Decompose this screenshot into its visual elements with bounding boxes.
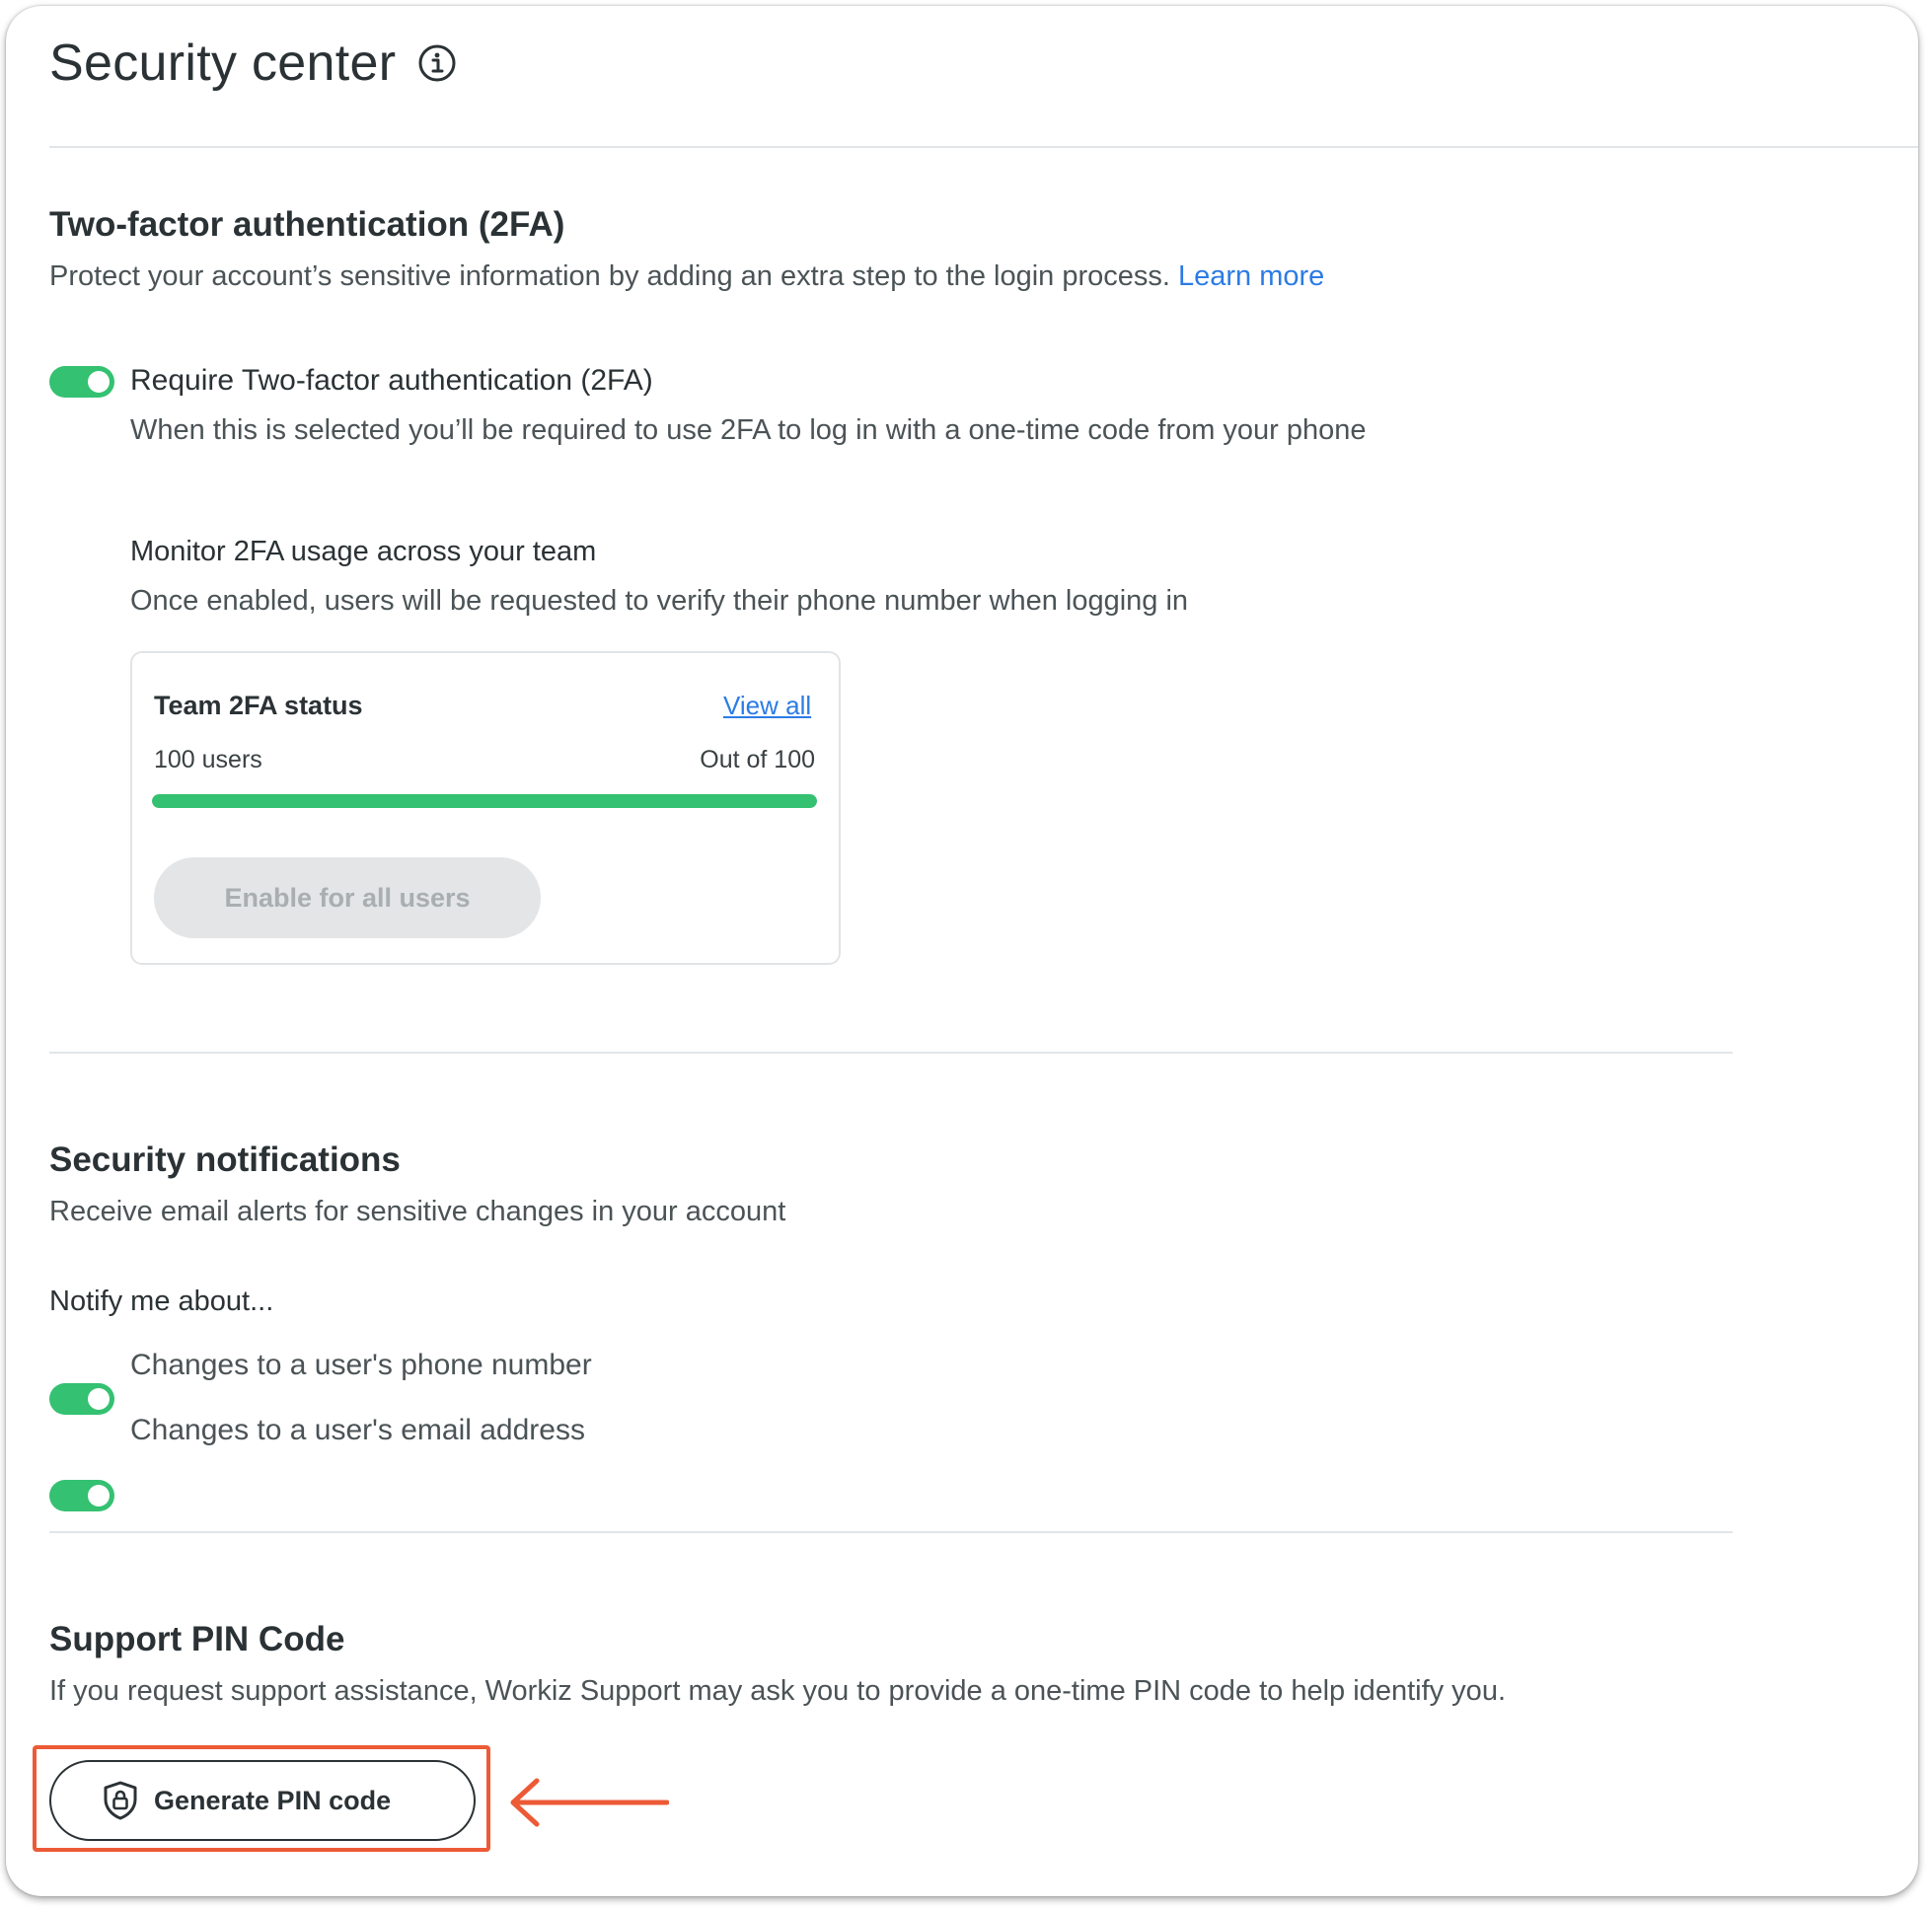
- view-all-link[interactable]: View all: [723, 691, 811, 721]
- generate-pin-button[interactable]: Generate PIN code: [49, 1760, 476, 1841]
- section-description-2fa: Protect your account’s sensitive informa…: [49, 260, 1324, 293]
- security-center-card: Security center Two-factor authenticatio…: [6, 6, 1918, 1896]
- users-total: Out of 100: [700, 746, 815, 773]
- require-2fa-label: Require Two-factor authentication (2FA): [130, 364, 653, 397]
- shield-lock-icon: [101, 1780, 140, 1821]
- description-text: Protect your account’s sensitive informa…: [49, 260, 1170, 292]
- notify-phone-label: Changes to a user's phone number: [130, 1349, 592, 1381]
- learn-more-link[interactable]: Learn more: [1178, 260, 1324, 292]
- header-divider: [49, 146, 1918, 148]
- section-description-support-pin: If you request support assistance, Worki…: [49, 1675, 1506, 1707]
- section-divider-1: [49, 1052, 1733, 1054]
- info-icon[interactable]: [417, 43, 457, 83]
- monitor-description: Once enabled, users will be requested to…: [130, 585, 1189, 617]
- team-status-title: Team 2FA status: [154, 691, 363, 720]
- section-title-notifications: Security notifications: [49, 1140, 401, 1179]
- team-2fa-progress-bar: [152, 794, 817, 808]
- monitor-title: Monitor 2FA usage across your team: [130, 536, 597, 567]
- enable-all-users-button[interactable]: Enable for all users: [154, 857, 541, 938]
- notify-email-label: Changes to a user's email address: [130, 1414, 585, 1446]
- require-2fa-description: When this is selected you’ll be required…: [130, 414, 1367, 446]
- users-count: 100 users: [154, 746, 262, 773]
- section-description-notifications: Receive email alerts for sensitive chang…: [49, 1196, 786, 1227]
- section-title-2fa: Two-factor authentication (2FA): [49, 205, 565, 244]
- page-header: Security center: [49, 34, 457, 93]
- page-title: Security center: [49, 35, 397, 92]
- arrow-left-icon: [507, 1777, 670, 1833]
- notify-email-toggle[interactable]: [49, 1480, 114, 1511]
- progress-fill: [152, 794, 817, 808]
- notify-phone-toggle[interactable]: [49, 1383, 114, 1415]
- require-2fa-toggle[interactable]: [49, 366, 114, 398]
- section-divider-2: [49, 1531, 1733, 1533]
- generate-pin-label: Generate PIN code: [154, 1785, 392, 1815]
- section-title-support-pin: Support PIN Code: [49, 1620, 345, 1658]
- notify-label: Notify me about...: [49, 1286, 274, 1317]
